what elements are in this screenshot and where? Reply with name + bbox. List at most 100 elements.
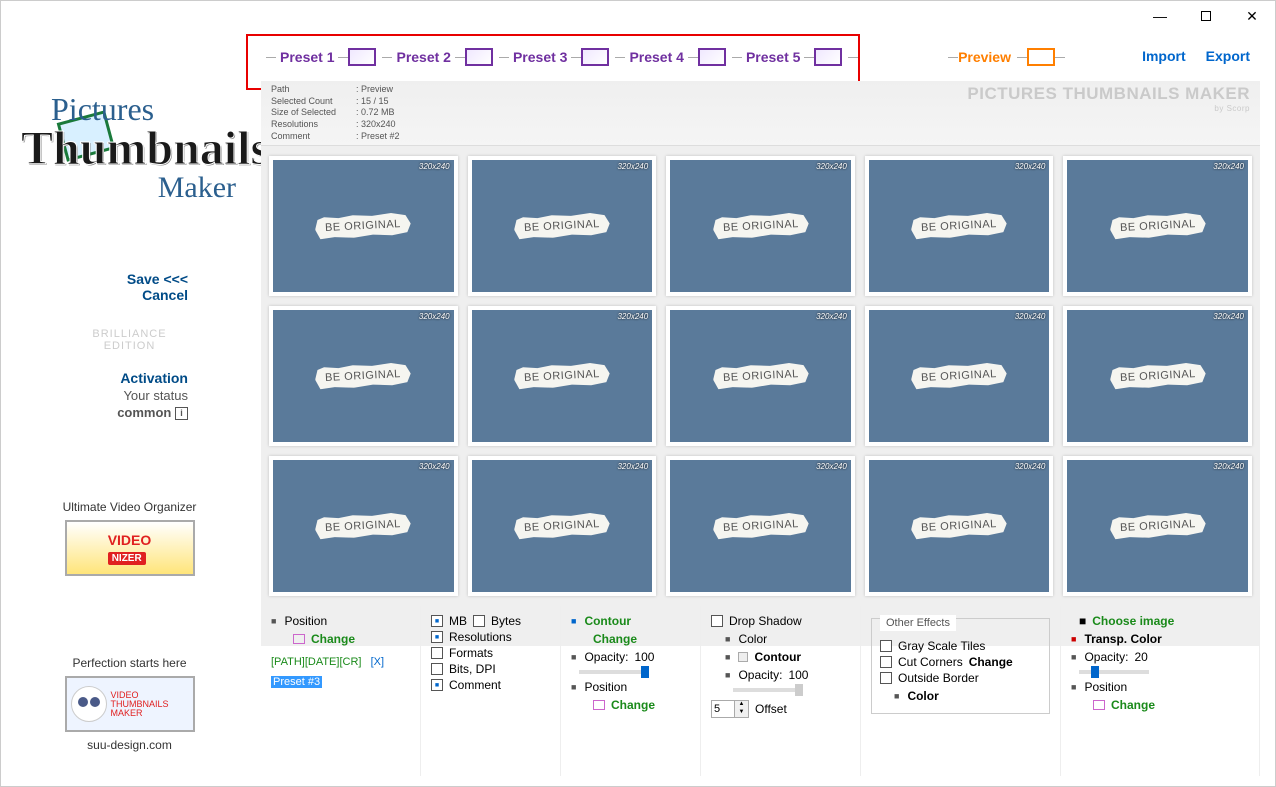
resolution-badge: 320x240 bbox=[419, 462, 450, 471]
change-link[interactable]: Change bbox=[969, 655, 1013, 669]
status-value: common i bbox=[21, 405, 238, 420]
thumbnail-content: BE ORIGINAL bbox=[1109, 212, 1206, 241]
offset-label: Offset bbox=[755, 702, 787, 716]
resolution-badge: 320x240 bbox=[816, 462, 847, 471]
change-link[interactable]: Change bbox=[611, 698, 655, 712]
bytes-checkbox[interactable] bbox=[473, 615, 485, 627]
preview-area: 320x240 BE ORIGINAL 320x240 BE ORIGINAL 320x… bbox=[261, 146, 1260, 646]
thumbnail-content: BE ORIGINAL bbox=[712, 212, 809, 241]
cancel-link[interactable]: Cancel bbox=[21, 287, 188, 303]
tab-preset-1[interactable]: Preset 1 bbox=[276, 48, 376, 66]
thumbnail[interactable]: 320x240 BE ORIGINAL bbox=[468, 306, 657, 446]
thumbnail[interactable]: 320x240BE ORIGINAL bbox=[666, 456, 855, 596]
thumbnail[interactable]: 320x240BE ORIGINAL bbox=[666, 156, 855, 296]
maximize-button[interactable] bbox=[1183, 1, 1229, 31]
change-icon bbox=[293, 634, 305, 644]
formats-checkbox[interactable] bbox=[431, 647, 443, 659]
comment-checkbox[interactable] bbox=[431, 679, 443, 691]
thumbnail-content: BE ORIGINAL bbox=[911, 362, 1008, 391]
change-icon bbox=[593, 700, 605, 710]
resolution-badge: 320x240 bbox=[816, 312, 847, 321]
resolution-badge: 320x240 bbox=[419, 312, 450, 321]
resolution-badge: 320x240 bbox=[1015, 312, 1046, 321]
opacity-slider[interactable] bbox=[733, 688, 803, 692]
promo-psh-label: Perfection starts here bbox=[21, 656, 238, 670]
import-link[interactable]: Import bbox=[1142, 48, 1186, 64]
opacity-label: Opacity: 100 bbox=[725, 666, 850, 684]
thumbnail[interactable]: 320x240BE ORIGINAL bbox=[865, 156, 1054, 296]
resolution-badge: 320x240 bbox=[1213, 312, 1244, 321]
preset-field[interactable]: Preset #3 bbox=[271, 676, 322, 688]
resolution-badge: 320x240 bbox=[1015, 162, 1046, 171]
path-tokens: [PATH][DATE][CR] [X] bbox=[271, 656, 410, 668]
promo-vtm[interactable]: VIDEOTHUMBNAILSMAKER bbox=[65, 676, 195, 732]
swatch-icon bbox=[581, 48, 609, 66]
change-link[interactable]: Change bbox=[311, 632, 355, 646]
thumbnail[interactable]: 320x240BE ORIGINAL bbox=[865, 456, 1054, 596]
tab-preset-3[interactable]: Preset 3 bbox=[509, 48, 609, 66]
thumbnail[interactable]: 320x240BE ORIGINAL bbox=[269, 156, 458, 296]
app-logo: Pictures Thumbnails Maker bbox=[21, 91, 241, 251]
position-label: Position bbox=[571, 678, 690, 696]
save-link[interactable]: Save <<< bbox=[21, 271, 188, 287]
resolution-badge: 320x240 bbox=[617, 162, 648, 171]
color-option[interactable]: Color bbox=[894, 687, 1041, 705]
thumbnail[interactable]: 320x240BE ORIGINAL bbox=[1063, 306, 1252, 446]
minimize-button[interactable]: — bbox=[1137, 1, 1183, 31]
swatch-icon bbox=[698, 48, 726, 66]
position-label: Position bbox=[271, 612, 410, 630]
x-button[interactable]: [X] bbox=[371, 656, 384, 668]
close-button[interactable]: ✕ bbox=[1229, 1, 1275, 31]
resolution-badge: 320x240 bbox=[419, 162, 450, 171]
promo-videonizer[interactable]: VIDEONIZER bbox=[65, 520, 195, 576]
change-link[interactable]: Change bbox=[593, 632, 637, 646]
thumbnail-content: BE ORIGINAL bbox=[513, 362, 610, 391]
grayscale-checkbox[interactable] bbox=[880, 640, 892, 652]
edition-label: BRILLIANCEEDITION bbox=[21, 328, 238, 352]
tab-preview[interactable]: Preview bbox=[948, 48, 1065, 66]
export-link[interactable]: Export bbox=[1206, 48, 1250, 64]
resolution-badge: 320x240 bbox=[617, 312, 648, 321]
resolution-badge: 320x240 bbox=[1213, 162, 1244, 171]
tab-preset-2[interactable]: Preset 2 bbox=[392, 48, 492, 66]
suu-link[interactable]: suu-design.com bbox=[21, 738, 238, 752]
offset-spinner[interactable]: ▲▼ bbox=[711, 700, 749, 718]
thumbnail[interactable]: 320x240 BE ORIGINAL bbox=[865, 306, 1054, 446]
outside-checkbox[interactable] bbox=[880, 672, 892, 684]
change-link[interactable]: Change bbox=[1111, 698, 1155, 712]
dropshadow-checkbox[interactable] bbox=[711, 615, 723, 627]
choose-image-link[interactable]: ■ Choose image bbox=[1071, 612, 1249, 630]
tab-preset-4[interactable]: Preset 4 bbox=[625, 48, 725, 66]
mb-checkbox[interactable] bbox=[431, 615, 443, 627]
transp-color-option[interactable]: Transp. Color bbox=[1071, 630, 1249, 648]
owl-icon bbox=[71, 686, 107, 722]
thumbnail-content: BE ORIGINAL bbox=[712, 362, 809, 391]
color-option[interactable]: Color bbox=[725, 630, 850, 648]
thumbnail[interactable]: 320x240 BE ORIGINAL bbox=[666, 306, 855, 446]
resolution-badge: 320x240 bbox=[1213, 462, 1244, 471]
thumbnail-content: BE ORIGINAL bbox=[513, 212, 610, 241]
thumbnail[interactable]: 320x240BE ORIGINAL bbox=[468, 456, 657, 596]
controls-panel: Position Change [PATH][DATE][CR] [X] Pre… bbox=[261, 606, 1260, 776]
activation-link[interactable]: Activation bbox=[21, 370, 238, 386]
thumbnail-content: BE ORIGINAL bbox=[315, 512, 412, 541]
main-panel: Path: Preview Selected Count: 15 / 15 Si… bbox=[261, 81, 1260, 776]
info-icon[interactable]: i bbox=[175, 407, 188, 420]
thumbnail[interactable]: 320x240 BE ORIGINAL bbox=[1063, 156, 1252, 296]
thumbnail[interactable]: 320x240 BE ORIGINAL bbox=[269, 456, 458, 596]
contour-option[interactable]: Contour bbox=[725, 648, 850, 666]
opacity-slider[interactable] bbox=[1079, 670, 1149, 674]
opacity-slider[interactable] bbox=[579, 670, 649, 674]
contour-option[interactable]: Contour bbox=[571, 612, 690, 630]
tab-preset-5[interactable]: Preset 5 bbox=[742, 48, 842, 66]
thumbnail[interactable]: 320x240 BE ORIGINAL bbox=[1063, 456, 1252, 596]
swatch-icon bbox=[465, 48, 493, 66]
bitsdpi-checkbox[interactable] bbox=[431, 663, 443, 675]
thumbnail[interactable]: 320x240 BE ORIGINAL bbox=[468, 156, 657, 296]
resolutions-checkbox[interactable] bbox=[431, 631, 443, 643]
thumbnail-content: BE ORIGINAL bbox=[1109, 512, 1206, 541]
cutcorners-checkbox[interactable] bbox=[880, 656, 892, 668]
swatch-icon bbox=[814, 48, 842, 66]
thumbnail[interactable]: 320x240BE ORIGINAL bbox=[269, 306, 458, 446]
swatch-icon bbox=[1027, 48, 1055, 66]
